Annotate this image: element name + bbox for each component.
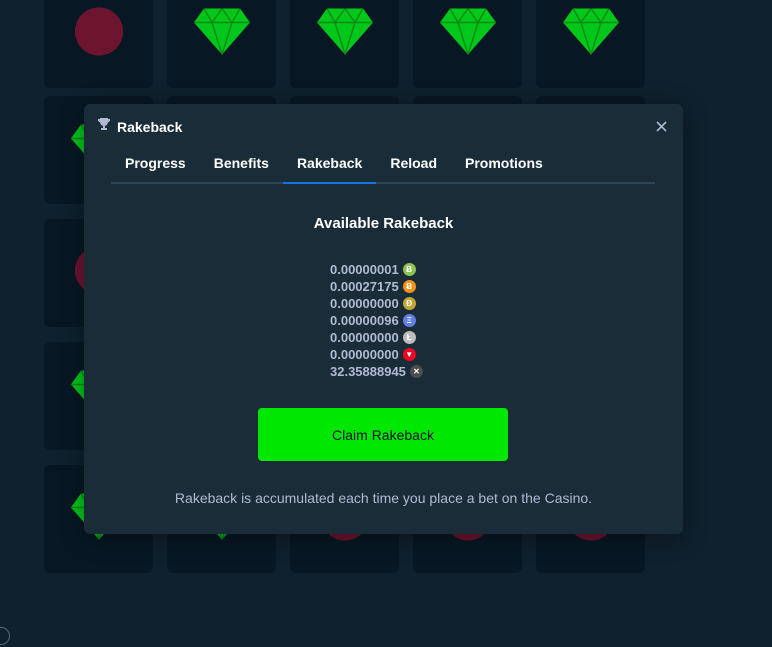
amount-row: 0.00000000 Ł bbox=[330, 329, 423, 346]
amount-value: 0.00000000 bbox=[330, 296, 399, 311]
modal-tabs: Progress Benefits Rakeback Reload Promot… bbox=[111, 149, 655, 184]
tab-promotions[interactable]: Promotions bbox=[451, 149, 557, 182]
amount-value: 0.00000001 bbox=[330, 262, 399, 277]
board-tile[interactable] bbox=[536, 0, 645, 88]
amount-row: 32.35888945 ✕ bbox=[330, 363, 423, 380]
board-tile[interactable] bbox=[167, 0, 276, 88]
bitcoin-cash-icon: Ƀ bbox=[402, 263, 416, 276]
section-title: Available Rakeback bbox=[313, 215, 454, 232]
tab-progress[interactable]: Progress bbox=[111, 149, 200, 182]
mine-icon bbox=[73, 6, 125, 63]
rakeback-modal: Rakeback Progress Benefits Rakeback Relo… bbox=[84, 104, 683, 534]
info-icon[interactable] bbox=[0, 627, 10, 645]
modal-header: Rakeback bbox=[97, 117, 182, 136]
tab-rakeback[interactable]: Rakeback bbox=[282, 149, 377, 184]
amount-value: 0.00000000 bbox=[330, 347, 399, 362]
gem-icon bbox=[316, 7, 373, 60]
trophy-icon bbox=[97, 117, 111, 136]
claim-rakeback-button[interactable]: Claim Rakeback bbox=[258, 408, 508, 461]
litecoin-icon: Ł bbox=[402, 331, 416, 344]
board-tile[interactable] bbox=[44, 0, 153, 88]
gem-icon bbox=[193, 7, 250, 60]
ethereum-icon: Ξ bbox=[402, 314, 416, 327]
ripple-icon: ✕ bbox=[409, 365, 423, 378]
tron-icon: ▼ bbox=[402, 348, 416, 361]
board-tile[interactable] bbox=[413, 0, 522, 88]
close-icon[interactable] bbox=[653, 118, 669, 134]
amount-value: 32.35888945 bbox=[330, 364, 406, 379]
amount-row: 0.00000096 Ξ bbox=[330, 312, 423, 329]
dogecoin-icon: Ð bbox=[402, 297, 416, 310]
gem-icon bbox=[439, 7, 496, 60]
amount-value: 0.00000000 bbox=[330, 330, 399, 345]
amount-value: 0.00027175 bbox=[330, 279, 399, 294]
amount-value: 0.00000096 bbox=[330, 313, 399, 328]
rakeback-amounts: 0.00000001 Ƀ 0.00027175 Ƀ 0.00000000 Ð 0.00000… bbox=[330, 261, 423, 380]
amount-row: 0.00000000 ▼ bbox=[330, 346, 423, 363]
amount-row: 0.00027175 Ƀ bbox=[330, 278, 423, 295]
amount-row: 0.00000001 Ƀ bbox=[330, 261, 423, 278]
board-tile[interactable] bbox=[290, 0, 399, 88]
gem-icon bbox=[562, 7, 619, 60]
amount-row: 0.00000000 Ð bbox=[330, 295, 423, 312]
tab-reload[interactable]: Reload bbox=[376, 149, 451, 182]
footer-note: Rakeback is accumulated each time you pl… bbox=[174, 490, 593, 506]
modal-title: Rakeback bbox=[117, 118, 183, 135]
bitcoin-icon: Ƀ bbox=[402, 280, 416, 293]
tab-benefits[interactable]: Benefits bbox=[200, 149, 283, 182]
